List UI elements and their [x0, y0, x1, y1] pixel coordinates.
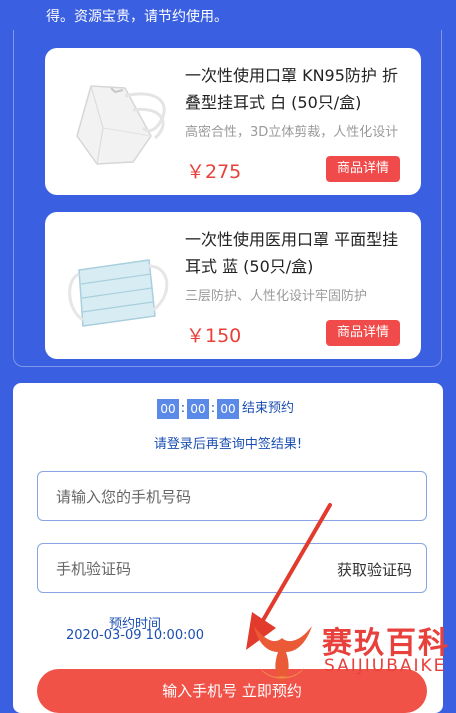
watermark-logo: 赛玖百科 SAIJIUBAIKE: [246, 614, 456, 690]
timer-seconds: 00: [217, 399, 239, 419]
timer-hours: 00: [157, 399, 179, 419]
phone-input[interactable]: [54, 472, 318, 522]
product-price: ￥275: [186, 161, 242, 183]
product-detail-button[interactable]: 商品详情: [326, 156, 400, 182]
timer-separator: :: [180, 401, 186, 416]
watermark-subtext: SAIJIUBAIKE: [324, 656, 447, 676]
timer-minutes: 00: [187, 399, 209, 419]
whale-tail-icon: [254, 626, 312, 684]
product-detail-button[interactable]: 商品详情: [326, 320, 400, 346]
timer-end-label: 结束预约: [242, 401, 295, 416]
product-card[interactable]: 一次性使用口罩 KN95防护 折叠型挂耳式 白 (50只/盒) 高密合性，3D立…: [45, 48, 421, 195]
timer-separator: :: [210, 401, 216, 416]
product-title: 一次性使用口罩 KN95防护 折叠型挂耳式 白 (50只/盒): [185, 66, 398, 112]
login-hint[interactable]: 请登录后再查询中签结果!: [13, 433, 443, 452]
get-code-button[interactable]: 获取验证码: [337, 559, 412, 580]
code-field[interactable]: 获取验证码: [37, 543, 427, 594]
product-price: ￥150: [186, 325, 242, 347]
medical-mask-image: [68, 259, 169, 327]
product-card[interactable]: 一次性使用医用口罩 平面型挂耳式 蓝 (50只/盒) 三层防护、人性化设计牢固防…: [45, 212, 421, 359]
product-desc: 高密合性，3D立体剪裁，人性化设计: [185, 125, 399, 140]
phone-field[interactable]: [37, 471, 427, 522]
kn95-mask-image: [76, 85, 166, 165]
product-desc: 三层防护、人性化设计牢固防护: [185, 289, 368, 304]
countdown-timer: 00:00:00 结束预约: [157, 399, 294, 419]
reserve-time-value: 2020-03-09 10:00:00: [65, 628, 205, 643]
product-title: 一次性使用医用口罩 平面型挂耳式 蓝 (50只/盒): [185, 230, 399, 276]
verification-code-input[interactable]: [54, 544, 318, 594]
notice-text: 得。资源宝贵，请节约使用。: [46, 9, 228, 25]
